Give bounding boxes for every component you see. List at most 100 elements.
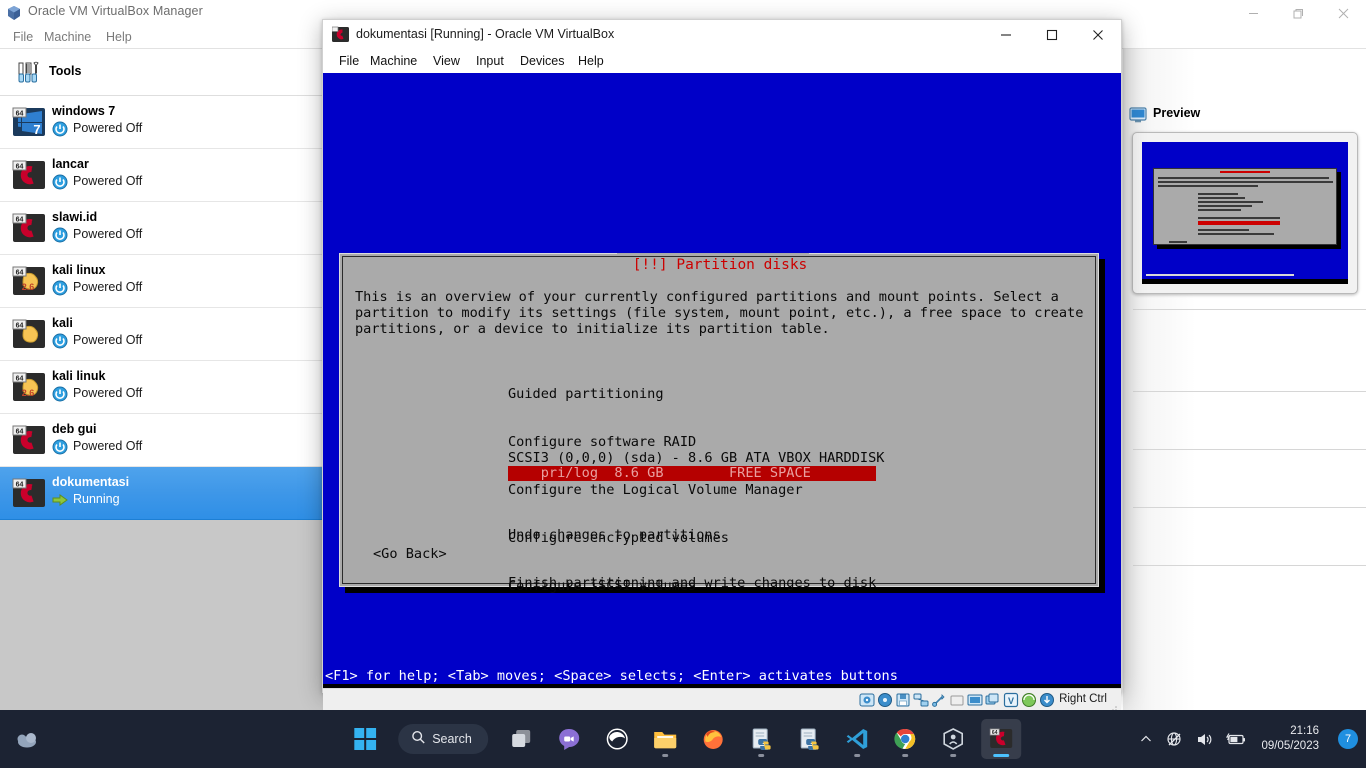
menu-item-guided-partitioning[interactable]: Guided partitioning bbox=[508, 386, 803, 402]
vm-name: kali bbox=[52, 316, 73, 330]
preview-header: Preview bbox=[1123, 102, 1366, 128]
vm-menu-file[interactable]: File bbox=[334, 52, 364, 70]
mouse-integration-icon[interactable] bbox=[1021, 692, 1037, 708]
svg-text:64: 64 bbox=[16, 217, 24, 224]
notification-badge[interactable]: 7 bbox=[1338, 729, 1358, 749]
manager-minimize-button[interactable] bbox=[1231, 0, 1276, 26]
details-separator bbox=[1133, 565, 1366, 566]
file-explorer-icon[interactable] bbox=[645, 719, 685, 759]
hard-disk-icon[interactable] bbox=[859, 692, 875, 708]
vm-row-kali[interactable]: 64 kali Powered Off bbox=[0, 308, 323, 361]
virtualization-icon[interactable]: V bbox=[1003, 692, 1019, 708]
preview-label: Preview bbox=[1153, 106, 1201, 120]
linux26-64-icon: 2.6 64 bbox=[12, 370, 46, 404]
vm-row-windows-7[interactable]: 64 7 windows 7 Powered Off bbox=[0, 96, 323, 149]
network-icon[interactable] bbox=[913, 692, 929, 708]
manager-menu-file[interactable]: File bbox=[7, 28, 39, 46]
go-back-button[interactable]: <Go Back> bbox=[373, 546, 447, 562]
svg-text:64: 64 bbox=[16, 111, 24, 118]
edge-browser-icon[interactable] bbox=[597, 719, 637, 759]
vm-menu-machine[interactable]: Machine bbox=[365, 52, 422, 70]
menu-item-configure-software-raid[interactable]: Configure software RAID bbox=[508, 434, 803, 450]
vm-state: Powered Off bbox=[73, 280, 143, 294]
installer-description: This is an overview of your currently co… bbox=[355, 289, 1084, 337]
chat-teams-icon[interactable] bbox=[549, 719, 589, 759]
manager-close-button[interactable] bbox=[1321, 0, 1366, 26]
powered-off-icon bbox=[52, 121, 68, 137]
clock-date: 09/05/2023 bbox=[1261, 740, 1319, 752]
vm-statusbar: V Right Ctrl bbox=[323, 688, 1121, 714]
virtualbox-vm-icon[interactable]: 64 bbox=[980, 719, 1021, 759]
shared-folder-icon[interactable] bbox=[949, 692, 965, 708]
speaker-icon[interactable] bbox=[1196, 731, 1213, 748]
details-separator bbox=[1133, 309, 1366, 310]
display-icon[interactable] bbox=[967, 692, 983, 708]
taskbar-search-box[interactable]: Search bbox=[398, 724, 488, 754]
virtualbox-icon[interactable] bbox=[933, 719, 973, 759]
svg-text:2.6: 2.6 bbox=[22, 388, 35, 398]
vm-row-deb-gui[interactable]: 64 deb gui Powered Off bbox=[0, 414, 323, 467]
start-windows-icon[interactable] bbox=[345, 719, 385, 759]
windows-taskbar: Search 64 21:16 09/05/2023 7 bbox=[0, 710, 1366, 768]
tools-item[interactable]: Tools bbox=[0, 49, 323, 96]
linux26-64-icon: 2.6 64 bbox=[12, 264, 46, 298]
recording-icon[interactable] bbox=[985, 692, 1001, 708]
vm-menu-input[interactable]: Input bbox=[471, 52, 509, 70]
installer-dialog: [!!] Partition disks This is an overview… bbox=[339, 253, 1099, 594]
vm-menu-help[interactable]: Help bbox=[573, 52, 609, 70]
details-separator bbox=[1133, 507, 1366, 508]
svg-text:7: 7 bbox=[33, 122, 40, 137]
firefox-icon[interactable] bbox=[693, 719, 733, 759]
vm-row-slawi-id[interactable]: 64 slawi.id Powered Off bbox=[0, 202, 323, 255]
powered-off-icon bbox=[52, 227, 68, 243]
battery-charging-icon[interactable] bbox=[1226, 731, 1246, 747]
python-file-icon[interactable] bbox=[741, 719, 781, 759]
chevron-up-icon[interactable] bbox=[1139, 732, 1153, 746]
vm-window-controls bbox=[983, 20, 1121, 49]
vm-name: deb gui bbox=[52, 422, 97, 436]
optical-disk-icon[interactable] bbox=[877, 692, 893, 708]
vm-title: dokumentasi [Running] - Oracle VM Virtua… bbox=[356, 27, 615, 41]
manager-restore-button[interactable] bbox=[1276, 0, 1321, 26]
disk-header-row[interactable]: SCSI3 (0,0,0) (sda) - 8.6 GB ATA VBOX HA… bbox=[508, 450, 884, 466]
manager-menu-help[interactable]: Help bbox=[100, 28, 138, 46]
vm-state: Powered Off bbox=[73, 439, 143, 453]
vm-state: Powered Off bbox=[73, 386, 143, 400]
resize-grip[interactable] bbox=[1109, 701, 1118, 714]
taskbar-clock[interactable]: 21:16 09/05/2023 bbox=[1261, 724, 1319, 754]
clock-time: 21:16 bbox=[1290, 725, 1319, 737]
python-file-icon[interactable] bbox=[789, 719, 829, 759]
taskbar-weather-widget[interactable] bbox=[14, 710, 44, 768]
task-view-icon[interactable] bbox=[501, 719, 541, 759]
vm-row-dokumentasi[interactable]: 64 dokumentasi Running bbox=[0, 467, 323, 520]
vm-menu-devices[interactable]: Devices bbox=[515, 52, 569, 70]
vm-row-lancar[interactable]: 64 lancar Powered Off bbox=[0, 149, 323, 202]
vscode-icon[interactable] bbox=[837, 719, 877, 759]
vm-state: Powered Off bbox=[73, 121, 143, 135]
powered-off-icon bbox=[52, 386, 68, 402]
taskbar-running-indicator bbox=[901, 754, 908, 757]
vm-row-kali-linux[interactable]: 2.6 64 kali linux Powered Off bbox=[0, 255, 323, 308]
keyboard-capture-icon[interactable] bbox=[1039, 692, 1055, 708]
guest-screen[interactable]: [!!] Partition disks This is an overview… bbox=[323, 73, 1121, 688]
manager-title: Oracle VM VirtualBox Manager bbox=[28, 4, 203, 18]
taskbar-system-tray: 21:16 09/05/2023 7 bbox=[1139, 710, 1358, 768]
chrome-icon[interactable] bbox=[885, 719, 925, 759]
vm-menu-view[interactable]: View bbox=[428, 52, 465, 70]
manager-menu-machine[interactable]: Machine bbox=[38, 28, 97, 46]
floppy-disk-icon[interactable] bbox=[895, 692, 911, 708]
action-undo-changes[interactable]: Undo changes to partitions bbox=[508, 527, 876, 543]
free-space-row-selected[interactable]: pri/log 8.6 GB FREE SPACE bbox=[508, 466, 876, 481]
preview-thumbnail[interactable] bbox=[1132, 132, 1358, 294]
preview-dialog bbox=[1153, 168, 1337, 245]
vm-row-kali-linuk[interactable]: 2.6 64 kali linuk Powered Off bbox=[0, 361, 323, 414]
installer-help-bar: <F1> for help; <Tab> moves; <Space> sele… bbox=[325, 668, 898, 684]
vm-close-button[interactable] bbox=[1075, 20, 1121, 49]
usb-icon[interactable] bbox=[931, 692, 947, 708]
vm-maximize-button[interactable] bbox=[1029, 20, 1075, 49]
powered-off-icon bbox=[52, 280, 68, 296]
svg-text:64: 64 bbox=[992, 730, 998, 736]
action-finish-partitioning[interactable]: Finish partitioning and write changes to… bbox=[508, 575, 876, 591]
network-globe-icon[interactable] bbox=[1166, 731, 1183, 748]
vm-minimize-button[interactable] bbox=[983, 20, 1029, 49]
